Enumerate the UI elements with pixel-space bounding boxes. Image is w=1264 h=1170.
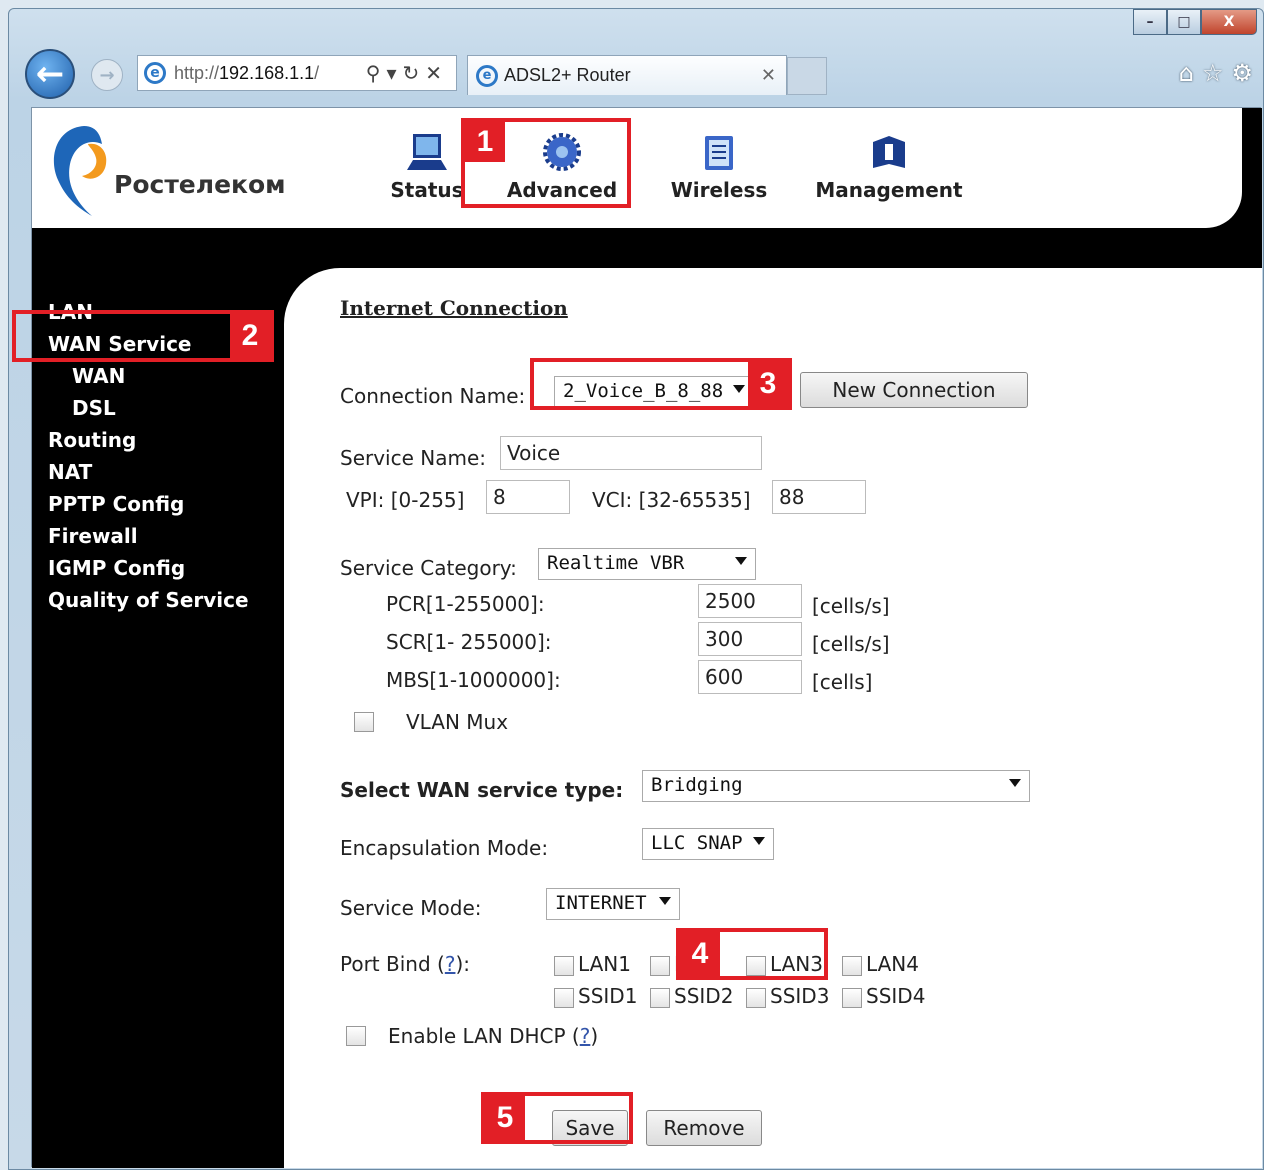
annotation-badge-1: 1	[465, 122, 505, 162]
service-name-input[interactable]: Voice	[500, 436, 762, 470]
close-window-button[interactable]: X	[1201, 9, 1257, 35]
chevron-down-icon	[735, 557, 747, 565]
sidebar-item-qos[interactable]: Quality of Service	[48, 588, 249, 612]
lan-dhcp-help-link[interactable]: ?	[580, 1024, 591, 1048]
sidebar-item-pptp-config[interactable]: PPTP Config	[48, 492, 184, 516]
pcr-input[interactable]: 2500	[698, 584, 802, 618]
url-text: http://192.168.1.1/	[174, 62, 320, 83]
brand-name: Ростелеком	[114, 170, 286, 199]
mbs-label: MBS[1-1000000]:	[386, 668, 561, 692]
port-ssid1-checkbox[interactable]	[554, 988, 574, 1008]
nav-status[interactable]: Status	[382, 132, 472, 202]
port-lan2-checkbox[interactable]	[650, 956, 670, 976]
book-icon	[873, 136, 905, 168]
new-tab-button[interactable]	[787, 57, 827, 95]
scr-label: SCR[1- 255000]:	[386, 630, 552, 654]
encapsulation-label: Encapsulation Mode:	[340, 836, 549, 860]
nav-management-label: Management	[815, 178, 963, 202]
maximize-button[interactable]: □	[1167, 9, 1201, 35]
forward-arrow-icon[interactable]: →	[91, 59, 123, 91]
laptop-icon	[407, 134, 447, 170]
annotation-badge-3: 3	[748, 362, 788, 406]
port-lan1-label: LAN1	[578, 952, 631, 976]
ie-icon: e	[476, 64, 498, 87]
service-category-label: Service Category:	[340, 556, 517, 580]
sidebar-item-nat[interactable]: NAT	[48, 460, 92, 484]
port-ssid3-checkbox[interactable]	[746, 988, 766, 1008]
wan-type-label: Select WAN service type:	[340, 778, 624, 802]
port-lan4-checkbox[interactable]	[842, 956, 862, 976]
chevron-down-icon	[753, 837, 765, 845]
close-tab-icon[interactable]: ✕	[761, 65, 776, 86]
port-ssid4-label: SSID4	[866, 984, 926, 1008]
scr-unit: [cells/s]	[812, 632, 890, 656]
service-category-select[interactable]: Realtime VBR	[538, 548, 756, 580]
vci-input[interactable]: 88	[772, 480, 866, 514]
port-bind-help-link[interactable]: ?	[445, 952, 456, 976]
annotation-badge-2: 2	[230, 314, 270, 358]
nav-management[interactable]: Management	[814, 132, 964, 202]
pcr-unit: [cells/s]	[812, 594, 890, 618]
port-ssid2-checkbox[interactable]	[650, 988, 670, 1008]
rostelecom-logo-icon	[53, 126, 107, 216]
port-ssid4-checkbox[interactable]	[842, 988, 862, 1008]
page-title: Internet Connection	[340, 296, 568, 320]
router-header: Ростелеком Status Advanced Wireless Mana…	[32, 108, 1262, 268]
new-connection-button[interactable]: New Connection	[800, 372, 1028, 408]
annotation-badge-5: 5	[485, 1096, 525, 1140]
port-ssid1-label: SSID1	[578, 984, 638, 1008]
port-lan4-label: LAN4	[866, 952, 919, 976]
sidebar: LAN WAN Service WAN DSL Routing NAT PPTP…	[32, 268, 284, 1168]
mbs-input[interactable]: 600	[698, 660, 802, 694]
address-bar[interactable]: e http://192.168.1.1/ ⚲▾↻✕	[137, 55, 457, 91]
wan-type-select[interactable]: Bridging	[642, 770, 1030, 802]
address-tools-icons[interactable]: ⚲▾↻✕	[366, 61, 448, 85]
sidebar-item-firewall[interactable]: Firewall	[48, 524, 138, 548]
annotation-badge-4: 4	[680, 932, 720, 976]
scr-input[interactable]: 300	[698, 622, 802, 656]
chevron-down-icon	[1009, 779, 1021, 787]
vpi-label: VPI: [0-255]	[346, 488, 465, 512]
sidebar-item-routing[interactable]: Routing	[48, 428, 136, 452]
browser-tab[interactable]: e ADSL2+ Router ✕	[467, 55, 787, 95]
sidebar-item-wan[interactable]: WAN	[72, 364, 125, 388]
ie-icon: e	[144, 62, 166, 84]
clipboard-icon	[705, 136, 733, 170]
connection-name-label: Connection Name:	[340, 384, 526, 408]
nav-wireless[interactable]: Wireless	[664, 132, 774, 202]
vci-label: VCI: [32-65535]	[592, 488, 751, 512]
encapsulation-select[interactable]: LLC SNAP	[642, 828, 774, 860]
lan-dhcp-checkbox[interactable]	[346, 1026, 366, 1046]
sidebar-item-dsl[interactable]: DSL	[72, 396, 116, 420]
mbs-unit: [cells]	[812, 670, 873, 694]
port-ssid3-label: SSID3	[770, 984, 830, 1008]
lan-dhcp-label: Enable LAN DHCP (?)	[388, 1024, 599, 1048]
page-content: Ростелеком Status Advanced Wireless Mana…	[31, 107, 1262, 1168]
port-lan1-checkbox[interactable]	[554, 956, 574, 976]
nav-status-label: Status	[390, 178, 464, 202]
pcr-label: PCR[1-255000]:	[386, 592, 545, 616]
sidebar-item-igmp-config[interactable]: IGMP Config	[48, 556, 185, 580]
browser-window: – □ X ← → e http://192.168.1.1/ ⚲▾↻✕ e A…	[8, 8, 1264, 1170]
home-favorites-tools-icons[interactable]: ⌂☆⚙	[1179, 59, 1261, 87]
service-name-label: Service Name:	[340, 446, 487, 470]
tab-title: ADSL2+ Router	[504, 65, 631, 85]
vlan-mux-checkbox[interactable]	[354, 712, 374, 732]
back-arrow-icon[interactable]: ←	[25, 49, 75, 99]
window-controls: – □ X	[1133, 9, 1257, 35]
browser-navbar: ← → e http://192.168.1.1/ ⚲▾↻✕ e ADSL2+ …	[21, 45, 1261, 101]
port-ssid2-label: SSID2	[674, 984, 734, 1008]
service-mode-label: Service Mode:	[340, 896, 482, 920]
vpi-input[interactable]: 8	[486, 480, 570, 514]
nav-wireless-label: Wireless	[670, 178, 768, 202]
chevron-down-icon	[659, 897, 671, 905]
port-bind-label: Port Bind (?):	[340, 952, 470, 976]
minimize-button[interactable]: –	[1133, 9, 1167, 35]
service-mode-select[interactable]: INTERNET	[546, 888, 680, 920]
vlan-mux-label: VLAN Mux	[406, 710, 509, 734]
remove-button[interactable]: Remove	[646, 1110, 762, 1146]
